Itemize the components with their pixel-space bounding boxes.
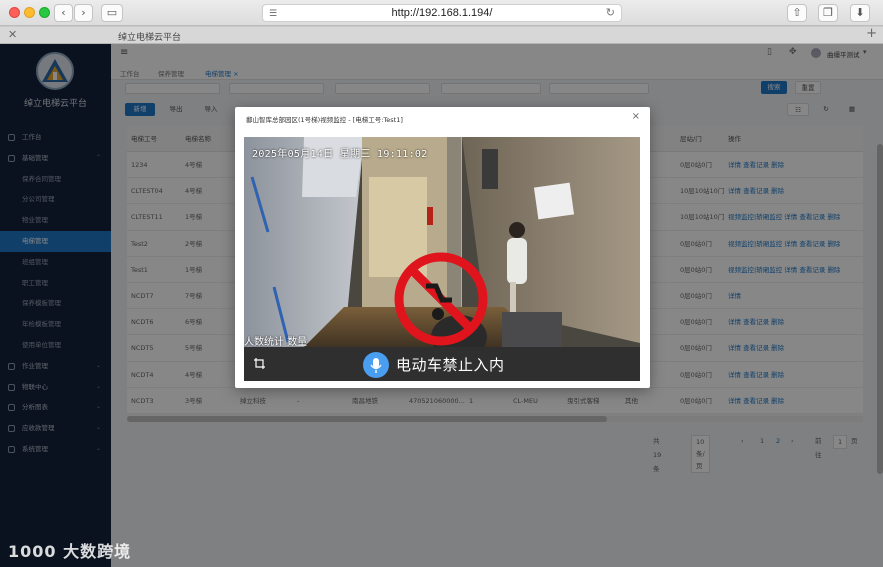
video-player[interactable]: 2025年05月14日 星期三 19:11:02 人数统计 数量 电动车禁止入内 (244, 137, 640, 381)
tab-title[interactable]: 绰立电梯云平台 (118, 30, 181, 43)
chevron-right-icon: › (81, 6, 86, 19)
close-window-button[interactable] (9, 7, 20, 18)
forward-button[interactable]: › (74, 4, 93, 22)
video-people-count: 人数统计 数量 (244, 337, 308, 348)
reload-icon[interactable]: ↻ (606, 6, 615, 19)
tab-close-icon[interactable]: ✕ (8, 28, 17, 41)
dialog-title: 鄱山智库总部园区(1号梯)视频监控 - [电梯工号:Test1] (246, 116, 403, 124)
share-button[interactable]: ⇧ (787, 4, 807, 22)
crop-icon[interactable] (254, 358, 265, 369)
back-button[interactable]: ‹ (54, 4, 73, 22)
alert-caption-bar: 电动车禁止入内 (244, 347, 640, 381)
chevron-left-icon: ‹ (61, 6, 66, 19)
watermark: 1000 大数跨境 (8, 542, 132, 561)
sidebar-icon: ▭ (106, 6, 118, 19)
sidebar-toggle-button[interactable]: ▭ (101, 4, 123, 22)
browser-toolbar: ‹ › ▭ ☰ http://192.168.1.194/ ↻ ⇧ ❐ ⬇ (0, 0, 883, 26)
minimize-window-button[interactable] (24, 7, 35, 18)
tabs-overview-button[interactable]: ❐ (818, 4, 838, 22)
url-text: http://192.168.1.194/ (391, 7, 493, 19)
download-icon: ⬇ (855, 6, 865, 19)
tab-bar: ✕ 绰立电梯云平台 + (0, 26, 883, 44)
dialog-close-button[interactable]: × (632, 111, 640, 122)
alert-caption-text: 电动车禁止入内 (396, 356, 505, 374)
share-icon: ⇧ (792, 6, 802, 19)
new-tab-button[interactable]: + (866, 26, 877, 41)
microphone-icon[interactable] (363, 352, 389, 378)
tabs-icon: ❐ (823, 6, 833, 19)
address-bar[interactable]: ☰ http://192.168.1.194/ ↻ (262, 4, 622, 22)
zoom-window-button[interactable] (39, 7, 50, 18)
downloads-button[interactable]: ⬇ (850, 4, 870, 22)
video-monitor-dialog: 鄱山智库总部园区(1号梯)视频监控 - [电梯工号:Test1] × 2025年… (235, 107, 650, 388)
no-entry-sign-icon (394, 252, 488, 346)
video-timestamp: 2025年05月14日 星期三 19:11:02 (252, 149, 428, 160)
